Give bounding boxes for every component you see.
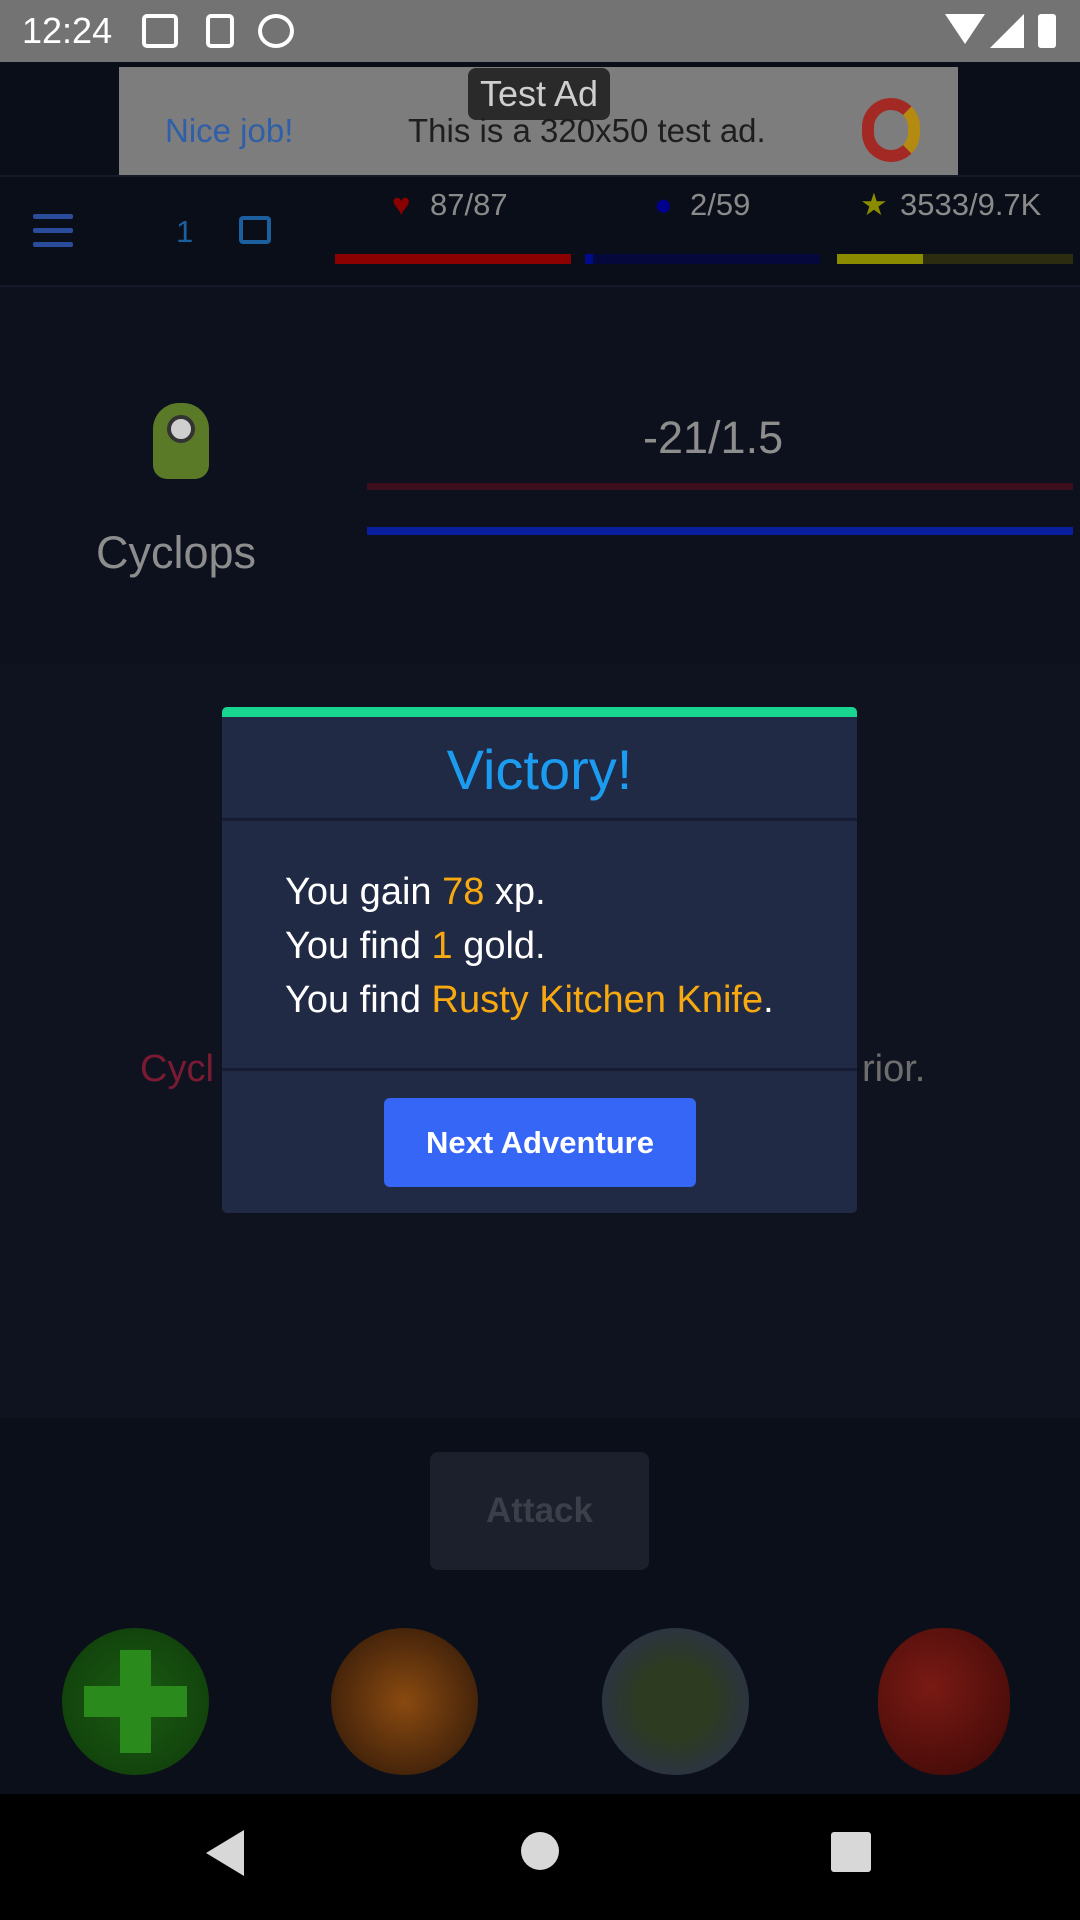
attack-button: Attack <box>430 1452 649 1570</box>
menu-button[interactable] <box>28 212 80 252</box>
text: You find <box>285 925 432 967</box>
mana-drop-icon: ● <box>654 187 673 222</box>
divider <box>222 818 857 821</box>
cyclops-icon <box>153 403 209 479</box>
health-bar <box>335 254 571 264</box>
divider <box>222 1068 857 1071</box>
text: You find <box>285 979 432 1021</box>
hamburger-icon <box>33 214 73 219</box>
hamburger-line <box>33 242 73 247</box>
sd-card-icon <box>206 14 234 48</box>
back-icon[interactable] <box>206 1830 244 1876</box>
enemy-name: Cyclops <box>96 527 257 578</box>
dialog-accent-bar <box>222 707 857 717</box>
reward-line-item: You find Rusty Kitchen Knife. <box>285 979 774 1022</box>
sync-icon <box>258 14 294 48</box>
health-bar-fill <box>335 254 571 264</box>
xp-value: 3533/9.7K <box>900 187 1042 222</box>
log-text-prefix: Cycl <box>140 1048 214 1090</box>
status-bar: 12:24 <box>0 0 1080 62</box>
clock: 12:24 <box>22 10 113 51</box>
navigation-bar <box>0 1794 1080 1920</box>
xp-bar <box>837 254 1073 264</box>
xp-bar-fill <box>837 254 923 264</box>
health-value: 87/87 <box>430 187 508 222</box>
enemy-bar-2-fill <box>367 527 1073 535</box>
mail-icon[interactable] <box>239 216 271 244</box>
heal-skill-button[interactable] <box>62 1628 209 1775</box>
ad-text: This is a 320x50 test ad. <box>408 112 766 149</box>
signal-icon <box>990 14 1024 48</box>
item-name: Rusty Kitchen Knife <box>431 979 764 1021</box>
enemy-health-fill <box>367 483 1073 490</box>
dialog-title: Victory! <box>446 738 633 801</box>
text: xp. <box>484 871 546 913</box>
enemy-health-bar <box>367 483 1073 490</box>
next-adventure-button[interactable]: Next Adventure <box>384 1098 696 1187</box>
battery-icon <box>1038 14 1056 48</box>
heart-icon: ♥ <box>392 187 411 222</box>
mana-bar <box>585 254 820 264</box>
star-icon: ★ <box>860 187 888 222</box>
mail-count: 1 <box>176 214 194 249</box>
ad-headline: Nice job! <box>165 112 294 149</box>
reward-line-xp: You gain 78 xp. <box>285 871 546 914</box>
log-text-suffix: rior. <box>862 1048 926 1090</box>
xp-amount: 78 <box>442 871 485 913</box>
reward-line-gold: You find 1 gold. <box>285 925 546 968</box>
victory-dialog: Victory! You gain 78 xp. You find 1 gold… <box>222 707 857 1213</box>
enemy-stat: -21/1.5 <box>643 412 784 463</box>
ad-logo-icon <box>862 98 920 162</box>
gold-amount: 1 <box>431 925 453 967</box>
apple-icon[interactable] <box>878 1628 1010 1775</box>
home-icon[interactable] <box>521 1832 559 1870</box>
meditate-icon[interactable] <box>602 1628 749 1775</box>
fire-strike-icon[interactable] <box>331 1628 478 1775</box>
hamburger-line <box>33 228 73 233</box>
gmail-icon <box>142 14 178 48</box>
text: gold. <box>452 925 546 967</box>
recents-icon[interactable] <box>831 1832 871 1872</box>
wifi-icon <box>945 14 985 44</box>
heal-icon-bar <box>84 1686 187 1717</box>
text: . <box>763 979 774 1021</box>
mana-value: 2/59 <box>690 187 751 222</box>
text: You gain <box>285 871 443 913</box>
mana-bar-fill <box>585 254 593 264</box>
enemy-bar-2 <box>367 527 1073 535</box>
